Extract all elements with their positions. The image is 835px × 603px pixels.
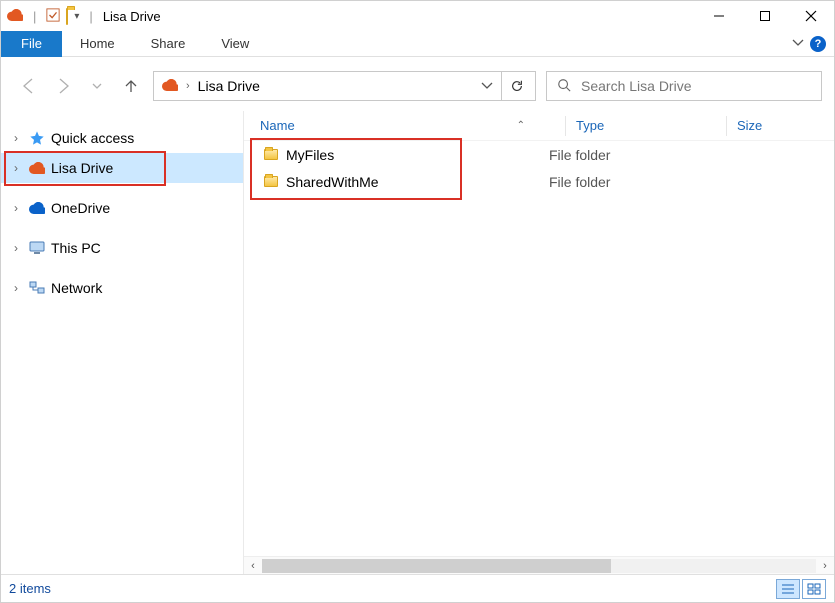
window-title: Lisa Drive [103, 9, 161, 24]
tree-label: Network [51, 280, 102, 296]
network-icon [27, 281, 47, 295]
address-row: › Lisa Drive [1, 57, 834, 111]
expand-icon[interactable]: › [9, 131, 23, 145]
search-icon [557, 78, 571, 95]
address-dropdown-icon[interactable] [481, 79, 493, 94]
file-type: File folder [549, 147, 699, 163]
explorer-window: | ▾ | Lisa Drive File Home Share View ? [0, 0, 835, 603]
maximize-button[interactable] [742, 1, 788, 31]
expand-icon[interactable]: › [9, 241, 23, 255]
recent-locations-dropdown[interactable] [85, 74, 109, 98]
separator: | [89, 9, 92, 24]
content-pane: Name ⌃ Type Size MyFiles File folder [244, 111, 834, 574]
tree-label: This PC [51, 240, 101, 256]
minimize-button[interactable] [696, 1, 742, 31]
column-headers: Name ⌃ Type Size [244, 111, 834, 141]
status-text: 2 items [9, 581, 51, 596]
scroll-thumb[interactable] [262, 559, 611, 573]
view-toggles [776, 579, 826, 599]
location-icon [162, 79, 178, 94]
col-separator [726, 116, 727, 136]
tree-label: Lisa Drive [51, 160, 113, 176]
onedrive-icon [27, 202, 47, 214]
file-row[interactable]: SharedWithMe File folder [244, 168, 834, 195]
tab-share[interactable]: Share [133, 31, 204, 57]
separator: | [33, 9, 36, 24]
tree-item-this-pc[interactable]: › This PC [1, 233, 243, 263]
expand-icon[interactable]: › [9, 281, 23, 295]
col-header-size[interactable]: Size [737, 118, 834, 133]
ribbon-tabs: File Home Share View ? [1, 31, 834, 57]
file-name: SharedWithMe [286, 174, 379, 190]
col-separator [565, 116, 566, 136]
close-button[interactable] [788, 1, 834, 31]
title-bar: | ▾ | Lisa Drive [1, 1, 834, 31]
tree-item-onedrive[interactable]: › OneDrive [1, 193, 243, 223]
back-button[interactable] [17, 74, 41, 98]
expand-ribbon-icon[interactable] [792, 36, 804, 51]
large-icons-view-button[interactable] [802, 579, 826, 599]
scroll-right-button[interactable]: › [816, 557, 834, 575]
forward-button[interactable] [51, 74, 75, 98]
breadcrumb-location[interactable]: Lisa Drive [198, 78, 260, 94]
qat-dropdown-icon[interactable]: ▾ [74, 11, 79, 22]
tree-item-network[interactable]: › Network [1, 273, 243, 303]
tree-label: Quick access [51, 130, 134, 146]
tree-label: OneDrive [51, 200, 110, 216]
details-view-button[interactable] [776, 579, 800, 599]
col-header-type[interactable]: Type [576, 118, 726, 133]
star-icon [27, 130, 47, 146]
help-button[interactable]: ? [810, 36, 826, 52]
tree-item-quick-access[interactable]: › Quick access [1, 123, 243, 153]
folder-icon [264, 176, 278, 187]
file-rows: MyFiles File folder SharedWithMe File fo… [244, 141, 834, 195]
file-name: MyFiles [286, 147, 334, 163]
scroll-track[interactable] [262, 559, 816, 573]
refresh-button[interactable] [501, 71, 531, 101]
col-header-name[interactable]: Name ⌃ [260, 118, 565, 133]
search-box[interactable] [546, 71, 822, 101]
file-row[interactable]: MyFiles File folder [244, 141, 834, 168]
qat-folder-icon[interactable] [66, 9, 68, 24]
scroll-left-button[interactable]: ‹ [244, 557, 262, 575]
sort-indicator-icon: ⌃ [517, 120, 525, 131]
file-tab[interactable]: File [1, 31, 62, 57]
breadcrumb-chevron-icon[interactable]: › [186, 80, 190, 92]
tab-view[interactable]: View [203, 31, 267, 57]
horizontal-scrollbar[interactable]: ‹ › [244, 556, 834, 574]
navigation-pane: › Quick access › Lisa Drive › OneDrive [1, 111, 244, 574]
tree-item-lisa-drive[interactable]: › Lisa Drive [1, 153, 243, 183]
app-icon [7, 9, 23, 24]
qat-icons: | ▾ | [7, 8, 97, 25]
qat-properties-icon[interactable] [46, 8, 60, 25]
file-type: File folder [549, 174, 699, 190]
expand-icon[interactable]: › [9, 161, 23, 175]
explorer-body: › Quick access › Lisa Drive › OneDrive [1, 111, 834, 574]
folder-icon [264, 149, 278, 160]
status-bar: 2 items [1, 574, 834, 602]
address-bar[interactable]: › Lisa Drive [153, 71, 536, 101]
tab-home[interactable]: Home [62, 31, 133, 57]
pc-icon [27, 241, 47, 255]
expand-icon[interactable]: › [9, 201, 23, 215]
search-input[interactable] [579, 77, 811, 95]
col-header-label: Name [260, 118, 295, 133]
up-button[interactable] [119, 74, 143, 98]
window-controls [696, 1, 834, 31]
cloud-icon [27, 162, 47, 174]
